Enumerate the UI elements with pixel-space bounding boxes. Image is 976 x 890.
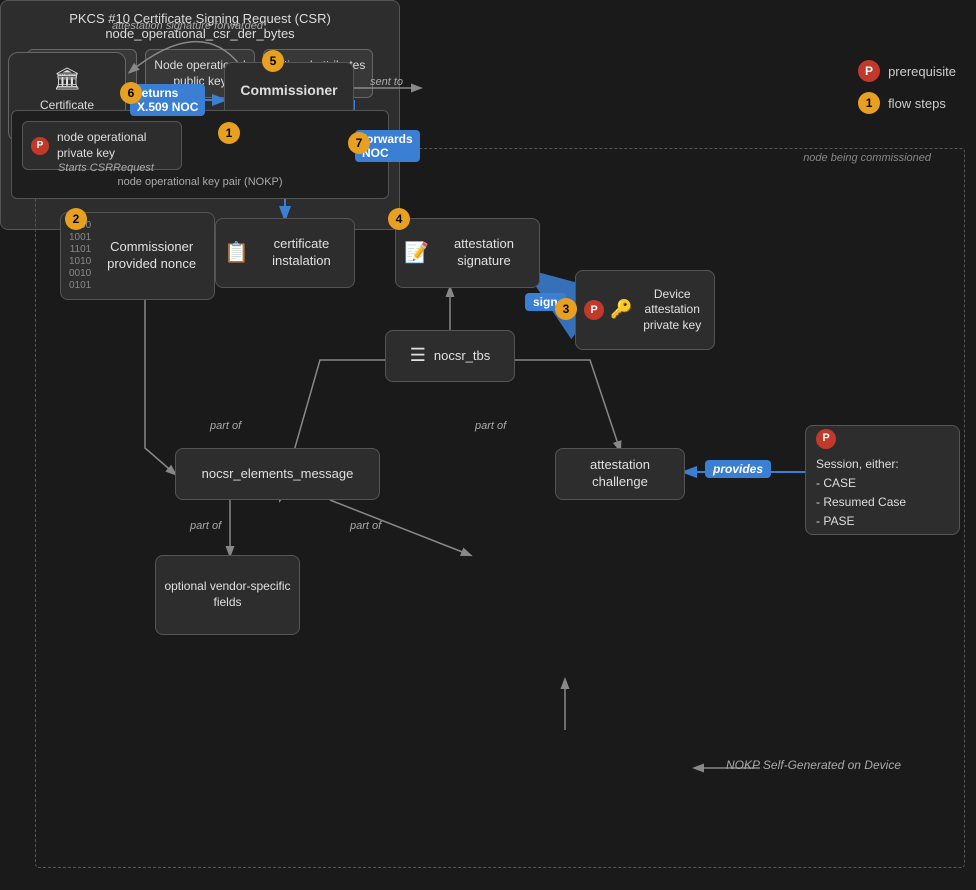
legend-prereq-badge: P: [858, 60, 880, 82]
starts-csr-label: Starts CSRRequest: [58, 162, 154, 174]
cert-install-box: 📋 certificate instalation: [215, 218, 355, 288]
session-resumed: - Resumed Case: [816, 493, 949, 512]
attest-sig-box: 📝 attestation signature: [395, 218, 540, 288]
diagram: 🏛 Certificate Authority (CA) Commissione…: [0, 0, 976, 890]
legend-flow-label: flow steps: [888, 96, 946, 111]
cert-icon: 📋: [224, 240, 249, 266]
vendor-label: optional vendor-specific fields: [164, 579, 291, 610]
badge-4-label: 4: [396, 212, 403, 226]
device-prereq-badge: P: [584, 300, 604, 320]
nocsr-elem-label: nocsr_elements_message: [202, 466, 354, 483]
sent-to-label: sent to: [370, 76, 403, 88]
session-case: - CASE: [816, 474, 949, 493]
part-of4-label: part of: [350, 520, 381, 532]
nocsr-tbs-box: ☰ nocsr_tbs: [385, 330, 515, 382]
session-title: Session, either:: [816, 455, 949, 474]
nonce-label: Commissioner provided nonce: [97, 239, 206, 273]
nocsr-elem-box: nocsr_elements_message: [175, 448, 380, 500]
part-of1-label: part of: [210, 420, 241, 432]
badge-2-label: 2: [73, 212, 80, 226]
device-key-icon: 🔑: [610, 298, 632, 321]
nokp-self-generated-label: NOKP Self-Generated on Device: [726, 758, 901, 772]
badge-1-label: 1: [226, 126, 233, 140]
returns-label: returnsX.509 NOC: [137, 86, 198, 114]
nocsr-tbs-label: nocsr_tbs: [434, 348, 490, 365]
legend-prereq: P prerequisite: [858, 60, 956, 82]
nocsr-icon: ☰: [410, 344, 426, 367]
session-box: P Session, either: - CASE - Resumed Case…: [805, 425, 960, 535]
ca-icon: 🏛: [53, 65, 81, 94]
attest-sig-label: attestation signature: [437, 236, 531, 270]
legend-flow-badge: 1: [858, 92, 880, 114]
commissioner-label: Commissioner: [240, 81, 337, 99]
attest-challenge-label: attestation challenge: [564, 457, 676, 491]
badge-7-label: 7: [356, 136, 363, 150]
badge-7: 7: [348, 132, 370, 154]
part-of2-label: part of: [475, 420, 506, 432]
nokp-pair-label: node operational key pair (NOKP): [22, 176, 378, 188]
device-attest-box: P 🔑 Device attestation private key: [575, 270, 715, 350]
badge-5-label: 5: [270, 54, 277, 68]
attest-forwarded-label: attestation signature forwarded: [112, 20, 263, 32]
badge-6: 6: [120, 82, 142, 104]
session-pase: - PASE: [816, 512, 949, 531]
part-of3-label: part of: [190, 520, 221, 532]
badge-3: 3: [555, 298, 577, 320]
provides-label: provides: [705, 460, 771, 478]
device-attest-label: Device attestation private key: [638, 287, 706, 334]
vendor-box: optional vendor-specific fields: [155, 555, 300, 635]
badge-2: 2: [65, 208, 87, 230]
attest-challenge-box: attestation challenge: [555, 448, 685, 500]
attest-icon: 📝: [404, 240, 429, 266]
badge-3-label: 3: [563, 302, 570, 316]
forwards-label: forwardsNOC: [362, 132, 413, 160]
legend: P prerequisite 1 flow steps: [858, 60, 956, 114]
badge-4: 4: [388, 208, 410, 230]
provides-area: provides: [705, 460, 771, 478]
region-label: node being commissioned: [803, 152, 931, 164]
badge-6-label: 6: [128, 86, 135, 100]
session-prereq-badge: P: [816, 429, 836, 449]
badge-1: 1: [218, 122, 240, 144]
legend-prereq-label: prerequisite: [888, 64, 956, 79]
nopk-label: node operational private key: [57, 130, 173, 161]
badge-5: 5: [262, 50, 284, 72]
legend-flow: 1 flow steps: [858, 92, 956, 114]
cert-install-label: certificate instalation: [257, 236, 346, 270]
nopk-prereq-badge: P: [31, 137, 49, 155]
